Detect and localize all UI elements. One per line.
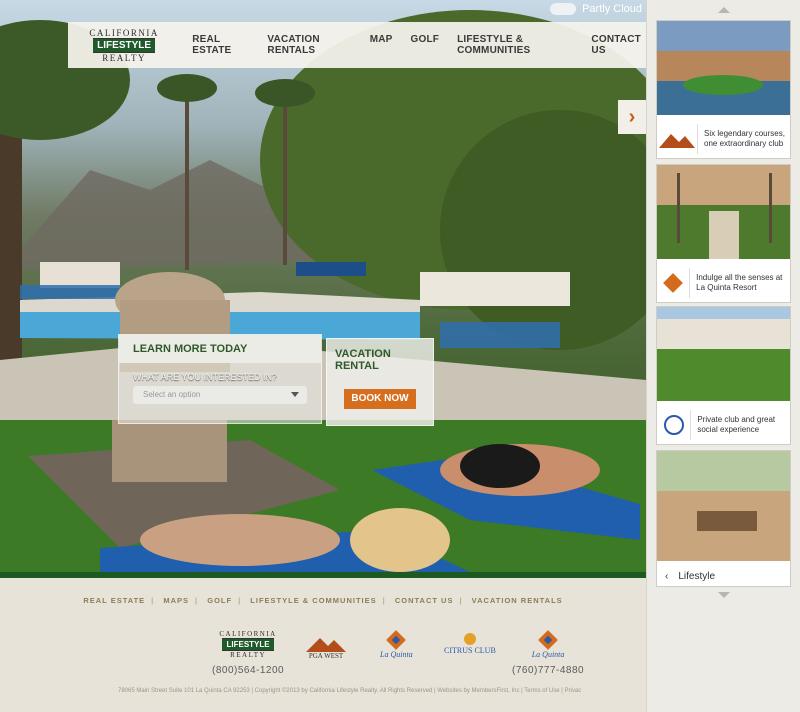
card-text: Indulge all the senses at La Quinta Reso…	[696, 273, 783, 292]
interest-select[interactable]: Select an option	[133, 386, 307, 404]
logo-line3: REALTY	[102, 52, 146, 63]
learn-more-title: LEARN MORE TODAY	[119, 335, 321, 363]
nav-golf[interactable]: GOLF	[411, 34, 440, 56]
footer-fine-print: 78065 Main Street Suite 101 La Quinta CA…	[118, 688, 582, 694]
resort-pool-scene	[0, 10, 646, 572]
sidebar-card-la-quinta[interactable]: Indulge all the senses at La Quinta Reso…	[656, 164, 792, 303]
weather-condition: Partly Cloud	[582, 3, 642, 15]
footer-logo-line2: LIFESTYLE	[222, 638, 274, 651]
card-image-golf-course	[657, 21, 792, 115]
logo-line2: LIFESTYLE	[93, 37, 156, 53]
footer-logo-pga-west[interactable]: PGA WEST	[306, 634, 346, 660]
footer-nav-contact-us[interactable]: CONTACT US	[395, 596, 454, 605]
lifestyle-caption: ‹ Lifestyle	[657, 566, 790, 586]
scroll-down-arrow-icon[interactable]	[718, 592, 730, 598]
card-text: Private club and great social experience	[697, 415, 776, 434]
card-text: Six legendary courses, one extraordinary…	[704, 129, 785, 148]
footer-nav: REAL ESTATE | MAPS | GOLF | LIFESTYLE & COM…	[83, 596, 563, 605]
card-image-palm-avenue	[657, 165, 792, 259]
weather-widget: Partly Cloud	[550, 0, 642, 15]
vacation-rental-box: VACATION RENTAL BOOK NOW	[326, 338, 434, 426]
sidebar-card-citrus-club[interactable]: Private club and great social experience	[656, 306, 792, 445]
learn-more-form: LEARN MORE TODAY WHAT ARE YOU INTERESTED…	[118, 334, 322, 424]
la-quinta-resort-tile-icon	[538, 630, 558, 650]
footer-logo-la-quinta-resort[interactable]: La Quinta (760)777-4880	[512, 630, 584, 676]
sidebar-card-lifestyle[interactable]: ‹ Lifestyle	[656, 450, 792, 587]
citrus-club-label: CITRUS CLUB	[444, 646, 496, 655]
lifestyle-label: Lifestyle	[678, 570, 716, 582]
footer-logo-citrus-club[interactable]: CITRUS CLUB	[444, 632, 496, 655]
pga-west-logo-icon	[657, 124, 698, 154]
citrus-icon	[463, 633, 476, 645]
caret-down-icon	[291, 392, 299, 397]
slider-next-button[interactable]: ›	[618, 100, 646, 134]
sidebar-carousel: Six legendary courses, one extraordinary…	[646, 0, 800, 712]
interest-question: WHAT ARE YOU INTERESTED IN?	[133, 372, 278, 382]
nav-real-estate[interactable]: REAL ESTATE	[192, 34, 249, 56]
footer-logo-la-quinta[interactable]: La Quinta	[380, 630, 413, 659]
vacation-rental-title: VACATION RENTAL	[335, 348, 391, 372]
book-now-button[interactable]: BOOK NOW	[344, 389, 416, 409]
interest-select-placeholder: Select an option	[143, 390, 201, 399]
footer-nav-maps[interactable]: MAPS	[163, 596, 189, 605]
la-quinta-logo-icon	[657, 268, 691, 298]
chevron-left-icon[interactable]: ‹	[665, 571, 668, 582]
footer-logo-california-lifestyle[interactable]: CALIFORNIA LIFESTYLE REALTY (800)564-120…	[212, 630, 284, 676]
nav-vacation-rentals[interactable]: VACATION RENTALS	[267, 34, 351, 56]
nav-contact-us[interactable]: CONTACT US	[591, 34, 646, 56]
nav-map[interactable]: MAP	[370, 34, 393, 56]
footer-nav-lifestyle-communities[interactable]: LIFESTYLE & COMMUNITIES	[250, 596, 376, 605]
footer-logo-line3: REALTY	[230, 651, 267, 659]
la-quinta-resort-label: La Quinta	[531, 650, 565, 659]
site-logo[interactable]: CALIFORNIA LIFESTYLE REALTY	[86, 28, 162, 63]
site-footer: REAL ESTATE | MAPS | GOLF | LIFESTYLE & COM…	[0, 572, 646, 712]
hero-image: Partly Cloud CALIFORNIA LIFESTYLE REALTY…	[0, 0, 646, 572]
pga-west-mountain-icon	[306, 638, 346, 652]
card-image-lifestyle-dining	[657, 451, 792, 561]
logo-line1: CALIFORNIA	[89, 27, 159, 38]
la-quinta-label: La Quinta	[380, 650, 413, 659]
phone-right[interactable]: (760)777-4880	[512, 665, 584, 676]
scroll-up-arrow-icon[interactable]	[718, 7, 730, 13]
phone-left[interactable]: (800)564-1200	[212, 665, 284, 676]
footer-nav-vacation-rentals[interactable]: VACATION RENTALS	[472, 596, 563, 605]
footer-nav-golf[interactable]: GOLF	[207, 596, 232, 605]
la-quinta-tile-icon	[386, 630, 407, 650]
site-header: CALIFORNIA LIFESTYLE REALTY REAL ESTATE …	[68, 22, 646, 68]
sidebar-card-pga-west[interactable]: Six legendary courses, one extraordinary…	[656, 20, 792, 159]
footer-nav-real-estate[interactable]: REAL ESTATE	[83, 596, 145, 605]
footer-logo-line1: CALIFORNIA	[219, 630, 277, 638]
partly-cloudy-icon	[550, 0, 577, 15]
main-nav: REAL ESTATE VACATION RENTALS MAP GOLF LI…	[192, 34, 646, 56]
chevron-right-icon: ›	[628, 105, 636, 128]
citrus-club-logo-icon	[657, 410, 692, 440]
card-image-clubhouse-lawn	[657, 307, 792, 401]
pga-west-label: PGA WEST	[308, 652, 344, 660]
nav-lifestyle-communities[interactable]: LIFESTYLE & COMMUNITIES	[457, 34, 573, 56]
